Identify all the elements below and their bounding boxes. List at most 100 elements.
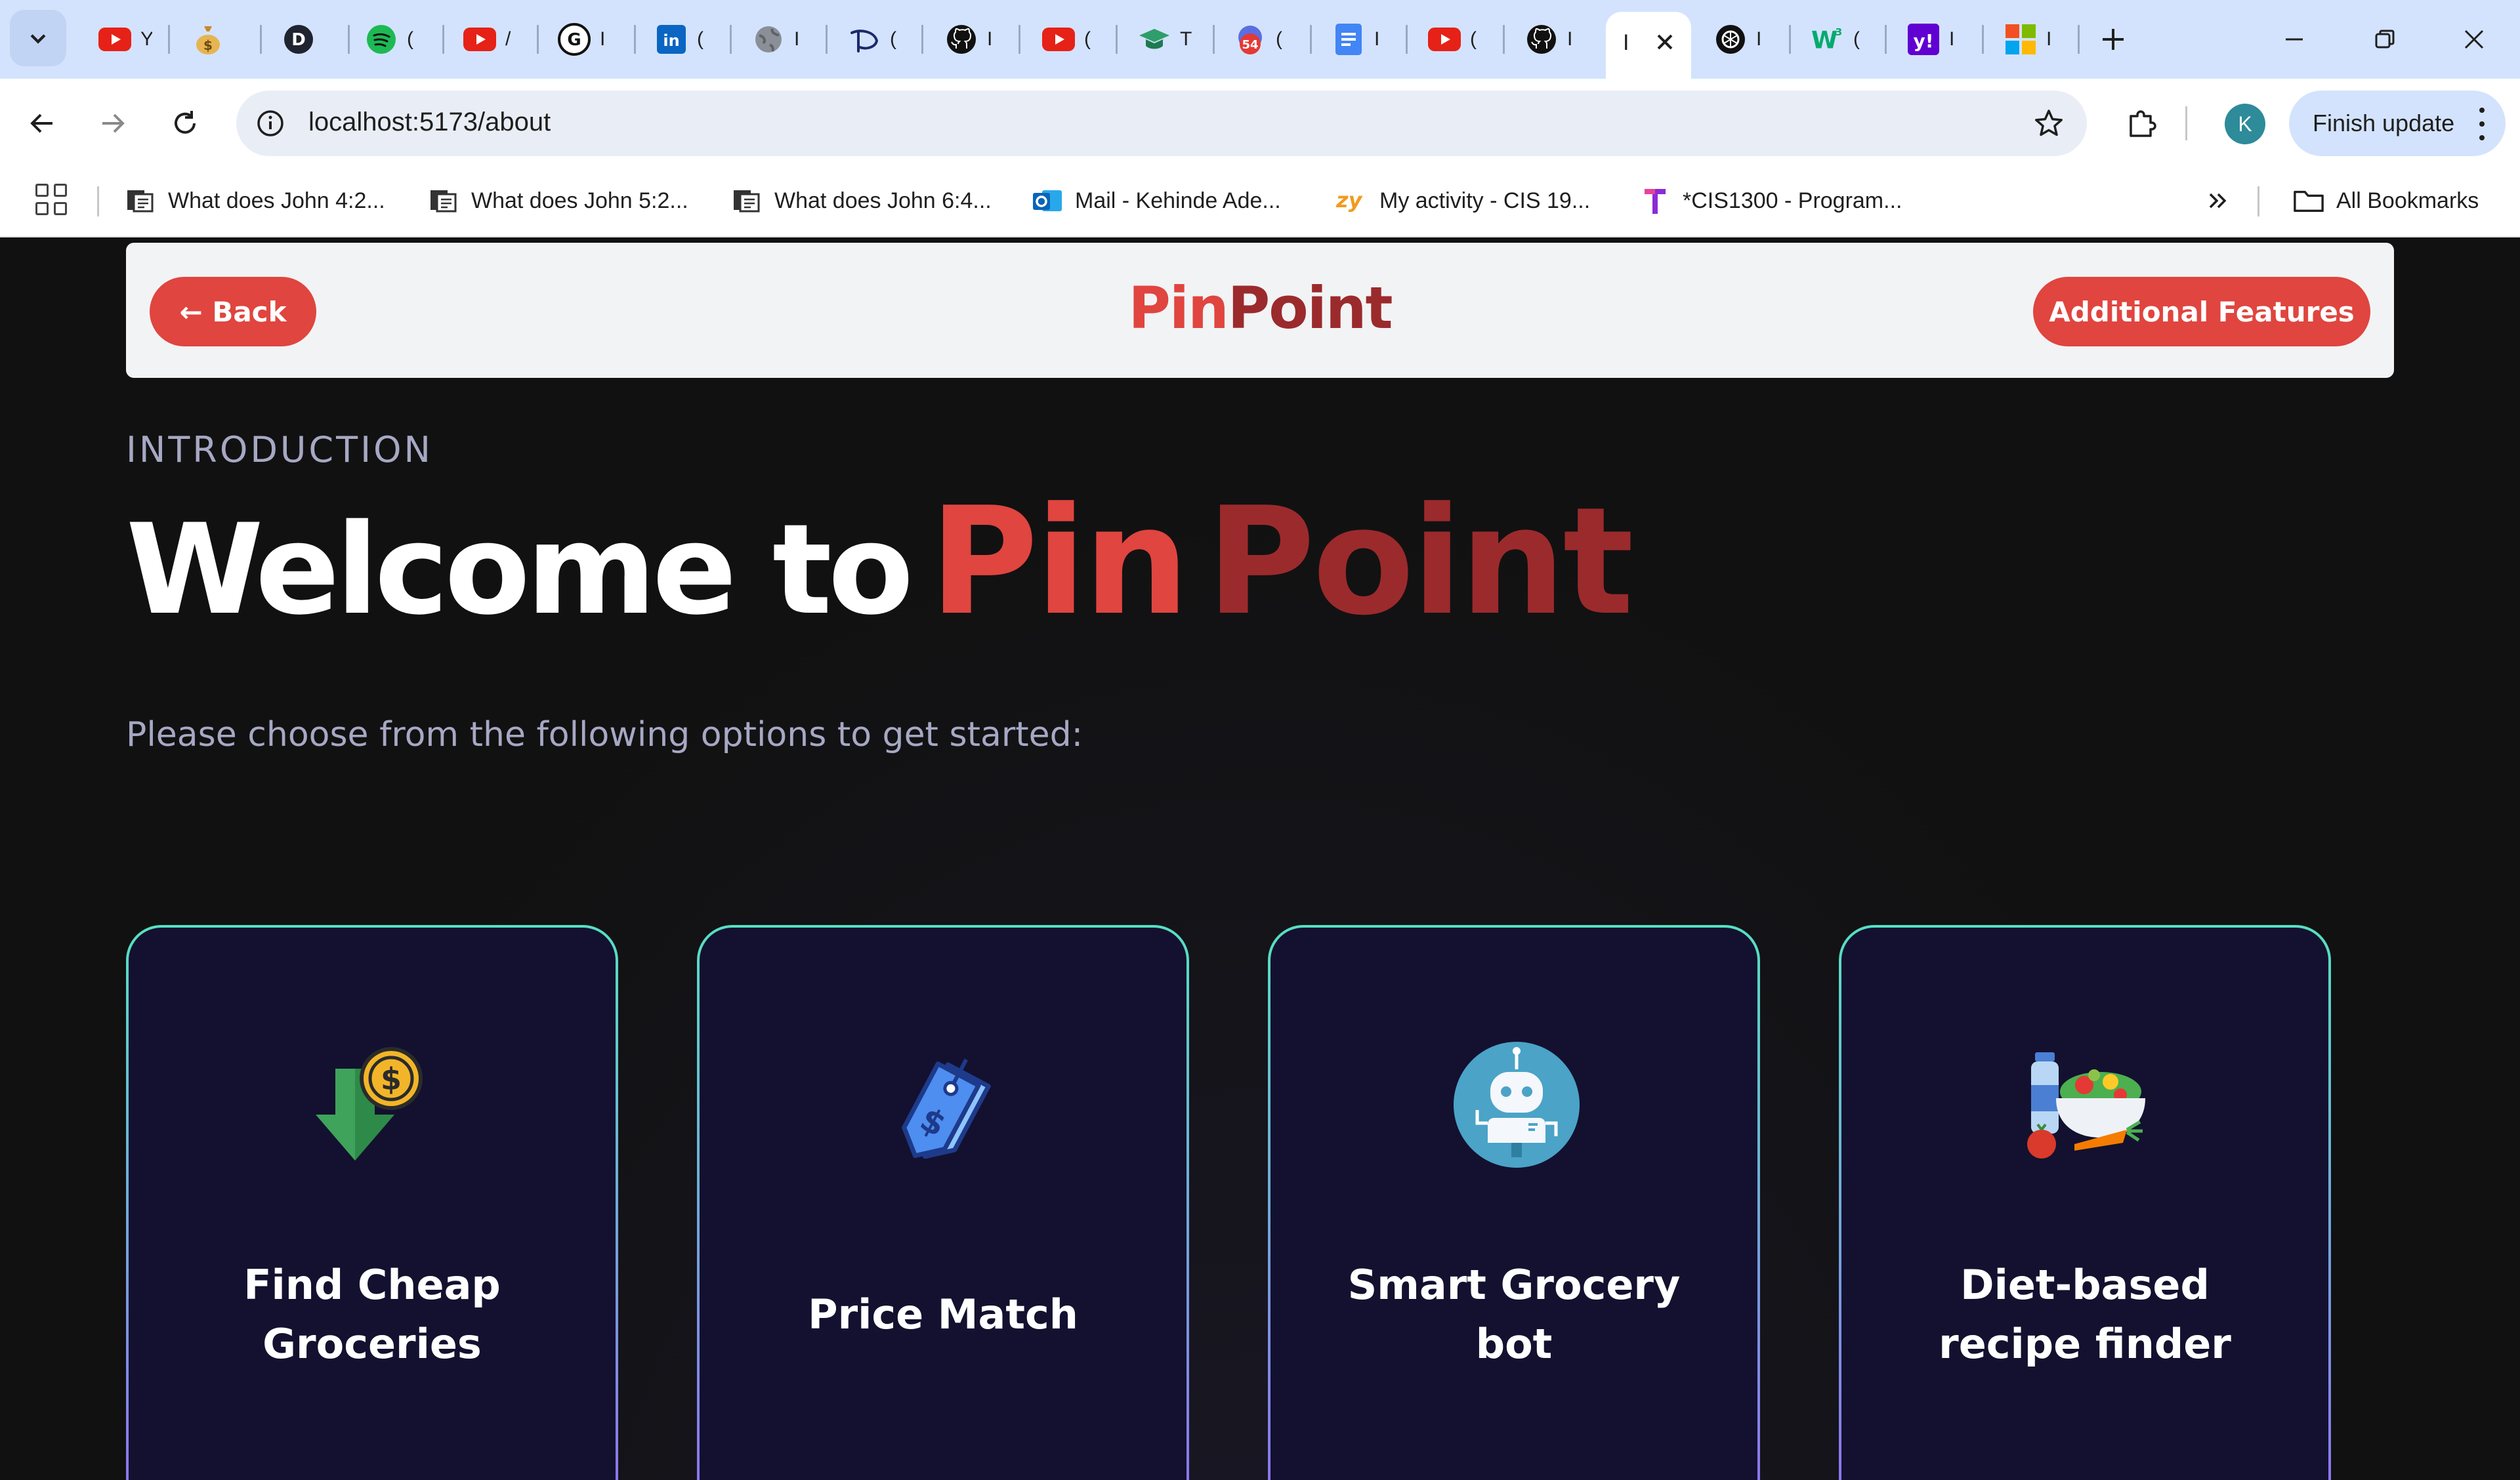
bookmark-item[interactable]: Mail - Kehinde Ade... [1032,182,1281,219]
option-card-find-cheap-groceries[interactable]: $ Find Cheap Groceries [126,925,618,1480]
bookmark-star-icon[interactable] [2030,105,2067,142]
notification-54-icon: 54 [1234,23,1267,56]
youtube-icon [1042,23,1075,56]
svg-text:54: 54 [1242,38,1258,52]
forward-nav-button[interactable] [85,96,140,151]
all-bookmarks-button[interactable]: All Bookmarks [2293,182,2479,219]
github-icon [1525,23,1558,56]
tab[interactable]: / [463,16,517,63]
restore-button[interactable] [2352,14,2418,64]
tab-active[interactable]: I [1606,12,1691,79]
yahoo-icon: y! [1907,23,1940,56]
tab[interactable]: $ [192,16,224,63]
svg-text:zy: zy [1336,188,1363,213]
more-bookmarks-icon[interactable] [2200,182,2236,219]
profile-avatar[interactable]: K [2225,104,2265,144]
grammarly-icon: G [558,23,591,56]
more-options-icon[interactable] [2475,108,2488,140]
option-card-smart-grocery-bot[interactable]: Smart Grocery bot [1268,925,1760,1480]
bookmark-item[interactable]: What does John 6:4... [731,182,992,219]
tab[interactable]: D [282,16,315,63]
minimize-icon [2286,38,2303,41]
tab[interactable]: in( [655,16,709,63]
reload-icon [175,111,196,134]
tab[interactable]: y! I [1907,16,1961,63]
page-content: ← Back PinPoint Additional Features INTR… [0,239,2520,1480]
section-eyebrow: INTRODUCTION [126,429,433,470]
card-title: Price Match [808,1290,1078,1338]
option-card-price-match[interactable]: $ Price Match [697,925,1189,1480]
tab[interactable]: I [1714,16,1768,63]
tab[interactable]: I [1332,16,1386,63]
youtube-icon [98,23,131,56]
close-window-button[interactable] [2441,14,2507,64]
docs-icon [1332,23,1365,56]
tab[interactable]: W 3( [1811,16,1865,63]
d-logo-icon: D [282,23,315,56]
tab[interactable]: ( [848,16,902,63]
tab[interactable]: ( [1042,16,1096,63]
svg-text:D: D [291,30,306,50]
money-bag-icon: $ [192,23,224,56]
tab[interactable]: I [945,16,999,63]
option-card-diet-based-recipe-finder[interactable]: Diet-based recipe finder [1839,925,2331,1480]
back-nav-button[interactable] [14,96,70,151]
page-icon [731,185,763,216]
openai-icon [1714,23,1747,56]
url-text[interactable]: localhost:5173/about [308,108,551,137]
arrow-right-icon [102,113,125,133]
close-icon [2464,30,2484,49]
finish-update-button[interactable]: Finish update [2289,91,2506,156]
site-navbar: ← Back PinPoint Additional Features [126,243,2394,378]
t-logo-icon [1639,185,1671,216]
tab[interactable]: ( [1428,16,1482,63]
puzzle-icon [2130,110,2156,137]
bookmark-item[interactable]: What does John 4:2... [125,182,385,219]
tab-search-button[interactable] [10,10,66,66]
arrow-left-icon [30,113,52,133]
tab[interactable]: I [2004,16,2058,63]
bookmark-item[interactable]: zy My activity - CIS 19... [1336,182,1590,219]
tab[interactable]: I [752,16,806,63]
bookmark-item[interactable]: What does John 5:2... [428,182,688,219]
extensions-button[interactable] [2117,98,2167,148]
tab[interactable]: T [1138,16,1192,63]
youtube-icon [1428,23,1461,56]
spotify-icon [365,23,398,56]
globe-icon [752,23,785,56]
page-title: Welcome to Pin Point [126,476,1634,648]
tab[interactable]: ( [365,16,419,63]
address-bar[interactable]: localhost:5173/about [236,91,2087,156]
tab[interactable]: GI [558,16,612,63]
svg-text:W: W [1811,26,1838,54]
reload-button[interactable] [158,96,213,151]
svg-text:in: in [663,31,679,50]
card-title: Smart Grocery bot [1347,1261,1681,1368]
robot-icon [1451,1039,1582,1170]
minimize-button[interactable] [2261,14,2327,64]
close-icon[interactable] [1648,25,1682,59]
money-down-arrow-icon: $ [309,1039,440,1170]
tab[interactable]: Y [98,16,152,63]
bookmarks-bar: What does John 4:2... What does John 5:2… [0,168,2520,237]
additional-features-button[interactable]: Additional Features [2033,277,2370,346]
new-tab-button[interactable] [2093,20,2133,59]
browser-toolbar: localhost:5173/about K Finish update [0,79,2520,168]
price-tag-icon: $ [880,1039,1011,1170]
zybooks-icon: zy [1336,185,1368,216]
apps-grid-icon[interactable] [33,181,70,218]
svg-text:$: $ [203,37,213,53]
tab[interactable]: 54( [1234,16,1288,63]
page-icon [428,185,459,216]
disney-icon [848,23,881,56]
page-subtitle: Please choose from the following options… [126,715,1083,754]
restore-icon [2375,30,2395,49]
linkedin-icon: in [655,23,688,56]
outlook-icon [1032,185,1063,216]
svg-text:y!: y! [1913,30,1933,52]
folder-icon [2293,185,2324,216]
card-title: Diet-based recipe finder [1939,1261,2231,1368]
bookmark-item[interactable]: *CIS1300 - Program... [1639,182,1902,219]
tab[interactable]: I [1525,16,1579,63]
site-info-icon[interactable] [252,105,289,142]
